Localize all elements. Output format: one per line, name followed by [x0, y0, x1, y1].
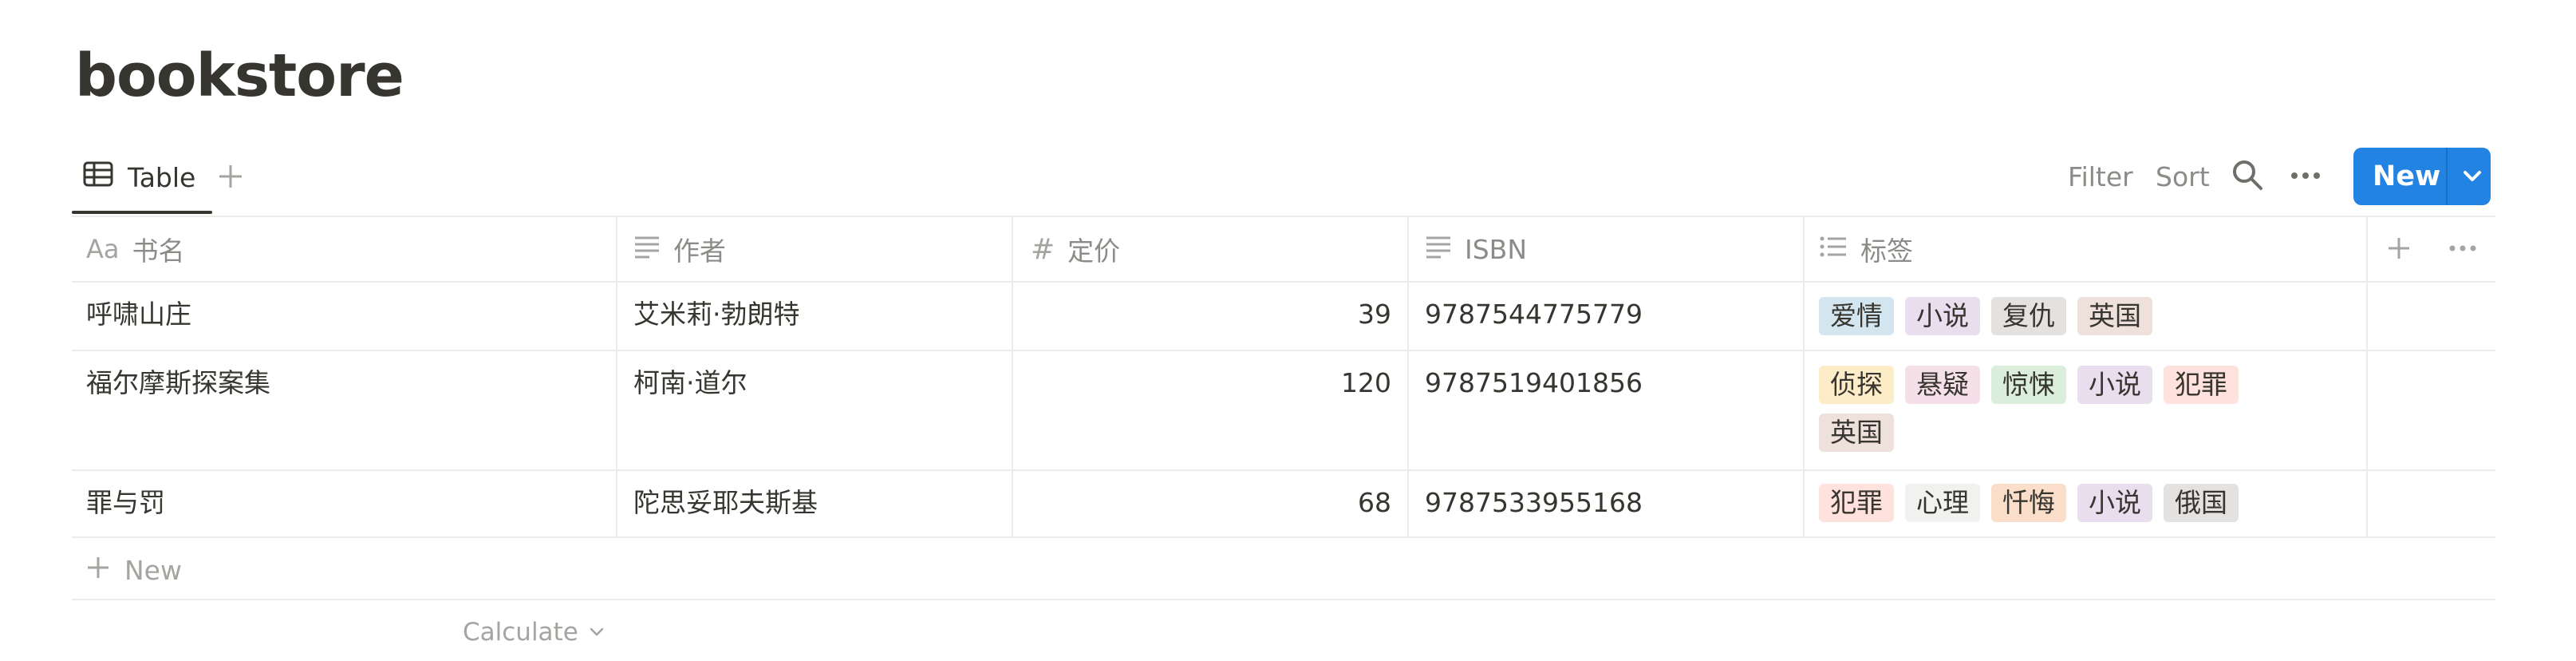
cell-tags[interactable]: 侦探 悬疑 惊悚 小说 犯罪 英国 [1819, 366, 2298, 452]
active-tab-indicator [72, 211, 212, 214]
row-divider [72, 469, 2495, 471]
calculate-button[interactable]: Calculate [463, 613, 606, 651]
tab-label: Table [128, 161, 196, 193]
column-divider [2366, 217, 2368, 536]
tag-badge: 爱情 [1819, 297, 1894, 335]
column-divider [616, 217, 617, 536]
sort-button[interactable]: Sort [2156, 160, 2210, 195]
cell-tags[interactable]: 爱情 小说 复仇 英国 [1819, 297, 2298, 335]
tag-badge: 英国 [2077, 297, 2152, 335]
tag-badge: 犯罪 [2164, 366, 2239, 404]
cell-isbn[interactable]: 9787544775779 [1425, 297, 1643, 332]
new-button-label: New [2373, 160, 2441, 192]
more-icon[interactable] [2448, 239, 2478, 260]
page-title[interactable]: bookstore [75, 42, 404, 110]
tag-badge: 悬疑 [1905, 366, 1980, 404]
cell-title[interactable]: 福尔摩斯探案集 [86, 366, 270, 401]
filter-button[interactable]: Filter [2068, 160, 2133, 195]
cell-title[interactable]: 罪与罚 [86, 485, 165, 520]
column-header-author[interactable]: 作者 [633, 217, 726, 281]
column-divider [1407, 217, 1409, 536]
cell-isbn[interactable]: 9787519401856 [1425, 366, 1643, 401]
row-divider [72, 536, 2495, 538]
row-divider [72, 350, 2495, 351]
chevron-down-icon [588, 618, 606, 647]
tag-badge: 俄国 [2164, 484, 2239, 522]
calculate-label: Calculate [463, 618, 578, 647]
tag-badge: 小说 [2077, 484, 2152, 522]
cell-isbn[interactable]: 9787533955168 [1425, 485, 1643, 520]
column-divider [1803, 217, 1805, 536]
cell-price[interactable]: 39 [1029, 297, 1391, 332]
add-view-plus-icon[interactable] [217, 155, 244, 200]
cell-tags[interactable]: 犯罪 心理 忏悔 小说 俄国 [1819, 484, 2298, 522]
tag-badge: 小说 [1905, 297, 1980, 335]
cell-author[interactable]: 陀思妥耶夫斯基 [633, 485, 818, 520]
database-page: bookstore Table Filter Sort New Aa 书名 作者… [0, 0, 2576, 661]
title-property-icon: Aa [86, 234, 120, 264]
column-header-isbn[interactable]: ISBN [1425, 217, 1527, 281]
tab-table[interactable]: Table [83, 156, 195, 198]
column-header-tags[interactable]: 标签 [1819, 217, 1913, 281]
add-row-button[interactable]: New [86, 551, 182, 589]
cell-author[interactable]: 艾米莉·勃朗特 [633, 297, 800, 332]
column-header-price[interactable]: # 定价 [1031, 217, 1120, 281]
column-header-label: 标签 [1860, 236, 1913, 267]
new-button[interactable]: New [2353, 148, 2491, 205]
cell-title[interactable]: 呼啸山庄 [86, 297, 191, 332]
tag-badge: 犯罪 [1819, 484, 1894, 522]
cell-price[interactable]: 120 [1029, 366, 1391, 401]
cell-price[interactable]: 68 [1029, 485, 1391, 520]
number-property-icon: # [1031, 232, 1055, 266]
table-icon [83, 161, 113, 193]
tag-badge: 侦探 [1819, 366, 1894, 404]
search-icon[interactable] [2231, 158, 2264, 195]
tag-badge: 复仇 [1991, 297, 2066, 335]
table-top-border [72, 216, 2495, 217]
column-header-label: ISBN [1465, 233, 1528, 265]
table-bottom-border [72, 599, 2495, 600]
cell-author[interactable]: 柯南·道尔 [633, 366, 748, 401]
add-property-plus-icon[interactable] [2385, 235, 2412, 265]
tag-badge: 小说 [2077, 366, 2152, 404]
column-header-label: 书名 [132, 236, 185, 267]
new-button-divider [2446, 148, 2448, 205]
add-row-label: New [124, 554, 182, 586]
chevron-down-icon[interactable] [2454, 148, 2491, 205]
more-icon[interactable] [2290, 166, 2322, 188]
header-bottom-border [72, 281, 2495, 283]
tag-badge: 惊悚 [1991, 366, 2066, 404]
text-lines-icon [1425, 234, 1452, 265]
tag-badge: 忏悔 [1991, 484, 2066, 522]
column-header-label: 作者 [673, 236, 726, 267]
column-header-label: 定价 [1067, 236, 1121, 267]
tag-badge: 心理 [1905, 484, 1980, 522]
plus-icon [86, 555, 110, 586]
tag-badge: 英国 [1819, 414, 1894, 452]
text-lines-icon [633, 234, 661, 265]
column-header-title[interactable]: Aa 书名 [86, 217, 185, 281]
list-icon [1819, 234, 1848, 265]
column-divider [1012, 217, 1013, 536]
